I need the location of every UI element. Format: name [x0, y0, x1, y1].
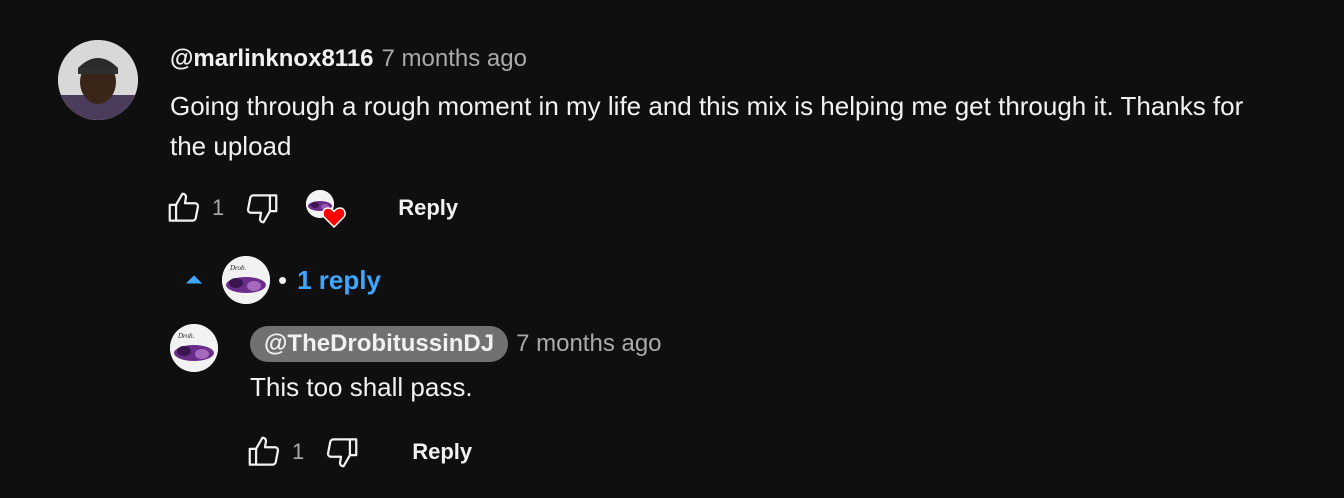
- reply-dislike-button[interactable]: [322, 432, 362, 472]
- comment-text: Going through a rough moment in my life …: [170, 91, 1244, 161]
- reply-header: @TheDrobitussinDJ 7 months ago: [250, 326, 662, 362]
- thumbs-down-icon: [327, 438, 358, 468]
- commenter-avatar[interactable]: [58, 40, 138, 120]
- reply-button[interactable]: Reply: [398, 195, 458, 221]
- like-button[interactable]: [164, 188, 204, 228]
- reply-text: This too shall pass.: [250, 372, 473, 402]
- reply-author-badge[interactable]: @TheDrobitussinDJ: [250, 326, 509, 362]
- thumbs-down-icon: [247, 194, 278, 224]
- comment-header: @marlinknox8116 7 months ago: [170, 44, 527, 74]
- separator-dot: •: [278, 264, 288, 295]
- replies-count-label[interactable]: 1 reply: [297, 265, 381, 296]
- creator-heart-badge: [306, 190, 347, 228]
- caret-up-icon: [185, 275, 203, 284]
- reply-like-count: 1: [292, 439, 305, 464]
- dislike-button[interactable]: [242, 188, 282, 228]
- comment-actions: 1 Reply: [164, 188, 458, 228]
- reply-timestamp[interactable]: 7 months ago: [516, 330, 661, 358]
- svg-text:Drob.: Drob.: [229, 264, 247, 272]
- reply-reply-button[interactable]: Reply: [412, 439, 472, 465]
- like-count: 1: [212, 195, 225, 220]
- replier-avatar-small: Drob.: [222, 256, 270, 304]
- reply-author-avatar[interactable]: Drob.: [170, 324, 218, 372]
- thumbs-up-icon: [168, 192, 200, 222]
- comment-author[interactable]: @marlinknox8116: [170, 45, 374, 73]
- reply-actions: 1 Reply: [244, 432, 472, 472]
- heart-icon: [322, 207, 347, 228]
- comment-timestamp[interactable]: 7 months ago: [382, 45, 527, 73]
- reply-like-button[interactable]: [244, 432, 284, 472]
- svg-text:Drob.: Drob.: [177, 332, 195, 340]
- replies-toggle[interactable]: Drob. • 1 reply: [180, 256, 381, 304]
- thumbs-up-icon: [248, 436, 280, 466]
